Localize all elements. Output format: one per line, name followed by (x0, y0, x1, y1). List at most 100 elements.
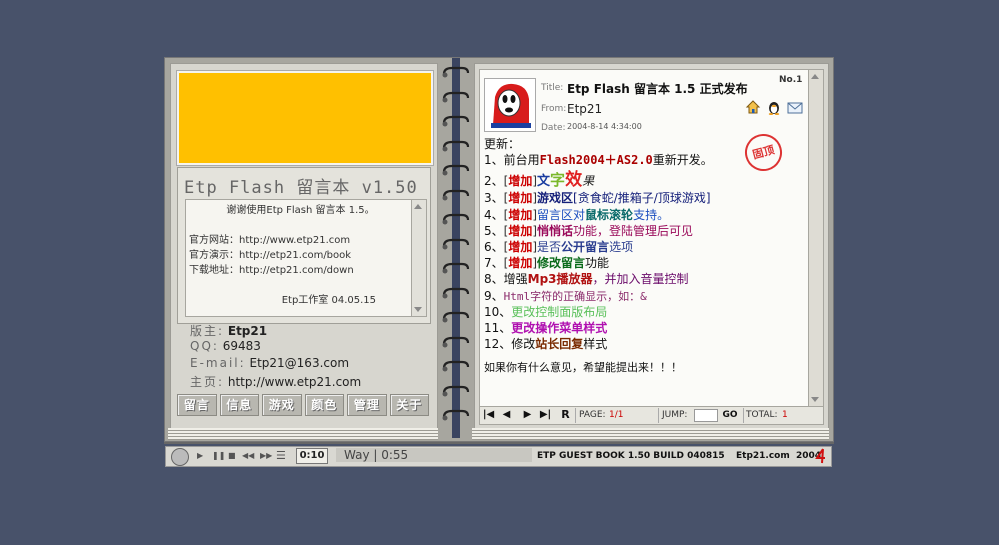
item-highlight: 修改留言 (537, 256, 586, 271)
qq-value: 69483 (222, 339, 261, 353)
owner-row: 版主: Etp21 (190, 322, 267, 339)
item-highlight: Mp3播放器 (527, 272, 593, 287)
app-title: Etp Flash 留言本 v1.50 (184, 178, 418, 198)
update-item: 2、[增加]文字效果 (484, 168, 804, 190)
item-text: 留言区对 (537, 207, 586, 222)
spiral-ring (442, 311, 470, 323)
update-item: 8、增强Mp3播放器，并加入音量控制 (484, 271, 804, 287)
item-highlight: 游戏区 (537, 191, 574, 206)
forward-icon[interactable]: ▶▶ (260, 451, 272, 460)
first-page-icon[interactable]: |◀ (481, 408, 496, 422)
volume-knob-icon[interactable] (171, 448, 189, 466)
page-value: 1/1 (609, 410, 624, 420)
scroll-up-icon[interactable] (811, 74, 819, 79)
nav-games-button[interactable]: 游戏 (262, 394, 302, 416)
notice-line: 官方演示：http://etp21.com/book (189, 250, 352, 261)
spiral-ring (442, 262, 470, 274)
stop-icon[interactable]: ■ (228, 451, 236, 460)
homepage-label: 主页: (190, 375, 225, 389)
owner-label: 版主: (190, 324, 225, 338)
spiral-ring (442, 360, 470, 372)
rewind-icon[interactable]: ◀◀ (242, 451, 254, 460)
update-item: 7、[增加]修改留言功能 (484, 255, 804, 271)
player-time: 0:10 (296, 448, 328, 464)
update-heading: 更新： (484, 137, 521, 151)
nav-info-button[interactable]: 信息 (219, 394, 259, 416)
go-button[interactable]: GO (720, 408, 740, 422)
item-number: 6、 (484, 239, 504, 254)
effect-char: 文 (537, 174, 551, 190)
spiral-ring (442, 287, 470, 298)
qq-penguin-icon[interactable] (766, 99, 782, 115)
item-highlight: 悄悄话 (537, 223, 574, 238)
item-text: 是否 (537, 239, 562, 254)
pause-icon[interactable]: ❚❚ (212, 451, 225, 460)
notice-box: 谢谢使用Etp Flash 留言本 1.5。 官方网站：http://www.e… (185, 199, 413, 317)
message-scrollbar[interactable] (808, 69, 824, 407)
next-page-icon[interactable]: ▶ (520, 408, 535, 422)
update-item: 10、更改控制面版布局 (484, 304, 804, 320)
update-item: 5、[增加]悄悄话功能，登陆管理后可见 (484, 223, 804, 239)
playlist-icon[interactable]: ☰ (276, 449, 286, 462)
page-stack-right (472, 428, 829, 440)
scroll-up-icon[interactable] (414, 204, 422, 209)
item-text: 样式 (583, 337, 608, 352)
add-tag: 增加 (508, 191, 533, 206)
last-page-icon[interactable]: ▶| (538, 408, 553, 422)
item-text: 功能 (585, 256, 610, 271)
item-highlight: 鼠标滚轮 (585, 207, 634, 222)
item-text: ，并加入音量控制 (592, 272, 689, 287)
home-icon[interactable] (745, 99, 761, 115)
update-item: 1、前台用Flash2004＋AS2.0重新开发。 (484, 152, 804, 168)
nav-color-button[interactable]: 颜色 (304, 394, 344, 416)
item-number: 4、 (484, 207, 504, 222)
prev-page-icon[interactable]: ◀ (499, 408, 514, 422)
nav-about-button[interactable]: 关于 (389, 394, 429, 416)
message-number: No.1 (779, 75, 803, 85)
homepage-link[interactable]: http://www.etp21.com (228, 375, 361, 389)
item-text: 功能，登陆管理后可见 (573, 223, 694, 238)
spiral-ring (442, 189, 470, 200)
item-text: 重新开发。 (652, 153, 713, 168)
build-label: ETP GUEST BOOK 1.50 BUILD 040815 (537, 451, 725, 461)
item-number: 10、 (484, 304, 512, 319)
email-link[interactable]: Etp21@163.com (250, 356, 350, 370)
item-number: 11、 (484, 320, 512, 335)
add-tag: 增加 (508, 207, 533, 222)
nav-admin-button[interactable]: 管理 (347, 394, 387, 416)
spiral-ring (442, 385, 470, 396)
add-tag: 增加 (508, 256, 533, 271)
scroll-down-icon[interactable] (811, 397, 819, 402)
scroll-down-icon[interactable] (414, 307, 422, 312)
total-value: 1 (782, 410, 788, 420)
item-text: 更改控制面版布局 (511, 304, 608, 319)
message-body: 更新： 1、前台用Flash2004＋AS2.0重新开发。 2、[增加]文字效果… (484, 136, 804, 376)
shyguy-avatar-icon (485, 79, 535, 131)
email-row: E-mail: Etp21@163.com (190, 356, 349, 370)
site-label[interactable]: Etp21.com (736, 451, 790, 461)
jump-label: JUMP: (662, 410, 688, 420)
refresh-button[interactable]: R (558, 408, 573, 422)
update-item: 3、[增加]游戏区[贪食蛇/推箱子/顶球游戏] (484, 190, 804, 206)
message-date: 2004-8-14 4:34:00 (567, 122, 642, 131)
notice-scrollbar[interactable] (411, 199, 427, 317)
item-highlight: 更改操作菜单样式 (511, 320, 608, 335)
nav-message-button[interactable]: 留言 (177, 394, 217, 416)
page-stack-left (168, 428, 438, 440)
message-author: Etp21 (567, 102, 603, 116)
spiral-ring (442, 164, 470, 176)
closing-text: 如果你有什么意见，希望能提出来！！！ (484, 361, 682, 375)
item-text: [贪食蛇/推箱子/顶球游戏] (573, 191, 711, 206)
play-icon[interactable]: ▶ (197, 451, 203, 460)
effect-char: 果 (582, 174, 595, 189)
message-title: Etp Flash 留言本 1.5 正式发布 (567, 82, 748, 96)
qq-label: QQ: (190, 339, 219, 353)
effect-char: 效 (565, 170, 583, 191)
jump-input[interactable] (694, 409, 718, 422)
spiral-ring (442, 409, 470, 421)
email-icon[interactable] (787, 99, 803, 115)
item-number: 2、 (484, 174, 504, 189)
effect-char: 字 (550, 171, 566, 190)
spiral-ring (442, 238, 470, 249)
item-number: 5、 (484, 223, 504, 238)
